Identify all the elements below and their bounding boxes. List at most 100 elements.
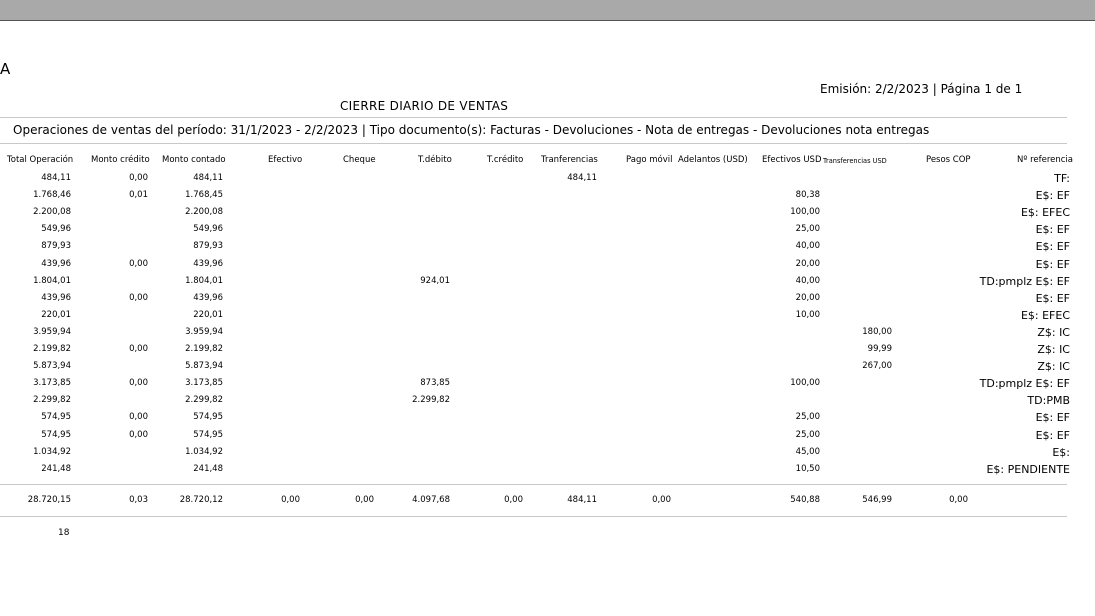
cell-total: 5.873,94 [33, 361, 71, 372]
table-row: 2.199,82 0,00 2.199,82 99,99 Z$: IC [0, 341, 1095, 358]
cell-credito: 0,00 [129, 378, 148, 389]
cell-efusd: 80,38 [795, 190, 820, 201]
cell-contado: 484,11 [193, 173, 223, 183]
cell-total: 2.299,82 [33, 395, 71, 406]
column-header: Total Operación [7, 155, 74, 165]
cell-efusd: 10,50 [795, 463, 820, 474]
cell-reference: E$: EF [1035, 240, 1070, 254]
column-header: Pesos COP [926, 155, 971, 165]
cell-total: 879,93 [41, 241, 71, 252]
cell-total: 439,96 [41, 258, 71, 269]
cell-reference: E$: EF [1035, 291, 1070, 305]
cell-reference: E$: EFEC [1020, 206, 1070, 220]
table-row: 3.959,94 3.959,94 180,00 Z$: IC [0, 324, 1095, 341]
cell-total: 1.768,46 [33, 190, 71, 201]
column-header: Efectivos USD [762, 155, 822, 165]
cell-contado: 2.200,08 [185, 207, 223, 218]
table-row: 1.804,01 1.804,01 924,01 40,00 TD:pmplz E$: … [0, 273, 1095, 290]
record-count: 18 [58, 528, 70, 538]
cell-efusd: 25,00 [795, 224, 820, 235]
column-header: Monto contado [162, 155, 226, 165]
cell-reference: E$: EF [1035, 257, 1070, 271]
cell-total: 549,96 [41, 224, 71, 235]
total-tdebito: 4.097,68 [412, 495, 450, 505]
cell-efusd: 25,00 [795, 412, 820, 423]
total-cop: 0,00 [949, 495, 968, 505]
cell-contado: 574,95 [193, 412, 223, 423]
cell-credito: 0,00 [129, 173, 148, 183]
cell-reference: TD:PMB [1027, 394, 1070, 408]
cell-reference: E$: PENDIENTE [986, 462, 1070, 476]
report-title: CIERRE DIARIO DE VENTAS [340, 99, 509, 113]
cell-tdebito: 873,85 [420, 378, 450, 389]
cell-reference: TD:pmplz E$: EF [979, 274, 1070, 288]
cell-total: 1.804,01 [33, 275, 71, 286]
totals-divider [0, 484, 1067, 485]
cell-transf: 484,11 [567, 173, 597, 183]
cell-efusd: 20,00 [795, 258, 820, 269]
column-header: T.crédito [487, 155, 524, 165]
table-row: 574,95 0,00 574,95 25,00 E$: EF [0, 409, 1095, 426]
table-row: 439,96 0,00 439,96 20,00 E$: EF [0, 290, 1095, 307]
column-header: Monto crédito [91, 155, 150, 165]
cell-total: 3.173,85 [33, 378, 71, 389]
column-header: Cheque [343, 155, 376, 165]
total-trusd: 546,99 [862, 495, 892, 505]
column-header: T.débito [418, 155, 452, 165]
operations-period: Operaciones de ventas del período: 31/1/… [13, 123, 930, 137]
column-header: Transferencias USD [823, 157, 887, 165]
table-row: 439,96 0,00 439,96 20,00 E$: EF [0, 256, 1095, 273]
cell-trusd: 267,00 [862, 361, 892, 372]
table-row: 241,48 241,48 10,50 E$: PENDIENTE [0, 461, 1095, 478]
cell-total: 220,01 [41, 309, 71, 320]
cell-reference: TD:pmplz E$: EF [979, 377, 1070, 391]
cell-reference: E$: [1052, 445, 1070, 459]
cell-contado: 1.034,92 [185, 446, 223, 457]
cell-total: 3.959,94 [33, 326, 71, 337]
cell-contado: 439,96 [193, 292, 223, 303]
cell-total: 574,95 [41, 429, 71, 440]
cell-contado: 2.299,82 [185, 395, 223, 406]
table-row: 3.173,85 0,00 3.173,85 873,85 100,00 TD:pmplz… [0, 375, 1095, 392]
cell-efusd: 40,00 [795, 241, 820, 252]
cell-total: 2.200,08 [33, 207, 71, 218]
cell-contado: 3.173,85 [185, 378, 223, 389]
column-header: Efectivo [268, 155, 303, 165]
cell-contado: 549,96 [193, 224, 223, 235]
cell-reference: Z$: IC [1037, 343, 1070, 356]
cell-reference: Z$: IC [1037, 325, 1070, 339]
cell-total: 2.199,82 [33, 344, 71, 354]
cell-credito: 0,00 [129, 429, 148, 440]
table-row: 1.768,46 0,01 1.768,45 80,38 E$: EF [0, 187, 1095, 204]
cell-contado: 220,01 [193, 309, 223, 320]
window-title-bar [0, 0, 1095, 21]
table-row: 484,11 0,00 484,11 484,11 TF: [0, 170, 1095, 187]
table-row: 220,01 220,01 10,00 E$: EFEC [0, 307, 1095, 324]
totals-row: 28.720,15 0,03 28.720,12 0,00 0,00 4.097,68 0,… [0, 492, 1095, 508]
total-cheque: 0,00 [355, 495, 374, 505]
total-contado: 28.720,12 [179, 495, 223, 505]
cell-contado: 241,48 [193, 463, 223, 474]
cell-reference: E$: EF [1035, 411, 1070, 425]
cell-total: 439,96 [41, 292, 71, 303]
operations-divider [0, 143, 1067, 144]
cell-trusd: 180,00 [862, 326, 892, 337]
cell-total: 484,11 [41, 173, 71, 183]
cell-efusd: 25,00 [795, 429, 820, 440]
cell-efusd: 100,00 [790, 378, 820, 389]
cell-credito: 0,00 [129, 344, 148, 354]
cell-tdebito: 924,01 [420, 275, 450, 286]
table-row: 2.299,82 2.299,82 2.299,82 TD:PMB [0, 392, 1095, 409]
cell-credito: 0,00 [129, 292, 148, 303]
cell-total: 1.034,92 [33, 446, 71, 457]
cell-credito: 0,00 [129, 258, 148, 269]
cell-contado: 2.199,82 [185, 344, 223, 354]
cell-efusd: 40,00 [795, 275, 820, 286]
cell-efusd: 45,00 [795, 446, 820, 457]
total-total: 28.720,15 [27, 495, 71, 505]
footer-divider [0, 516, 1067, 517]
total-tcredito: 0,00 [504, 495, 523, 505]
total-efusd: 540,88 [790, 495, 820, 505]
cell-contado: 574,95 [193, 429, 223, 440]
cell-tdebito: 2.299,82 [412, 395, 450, 406]
